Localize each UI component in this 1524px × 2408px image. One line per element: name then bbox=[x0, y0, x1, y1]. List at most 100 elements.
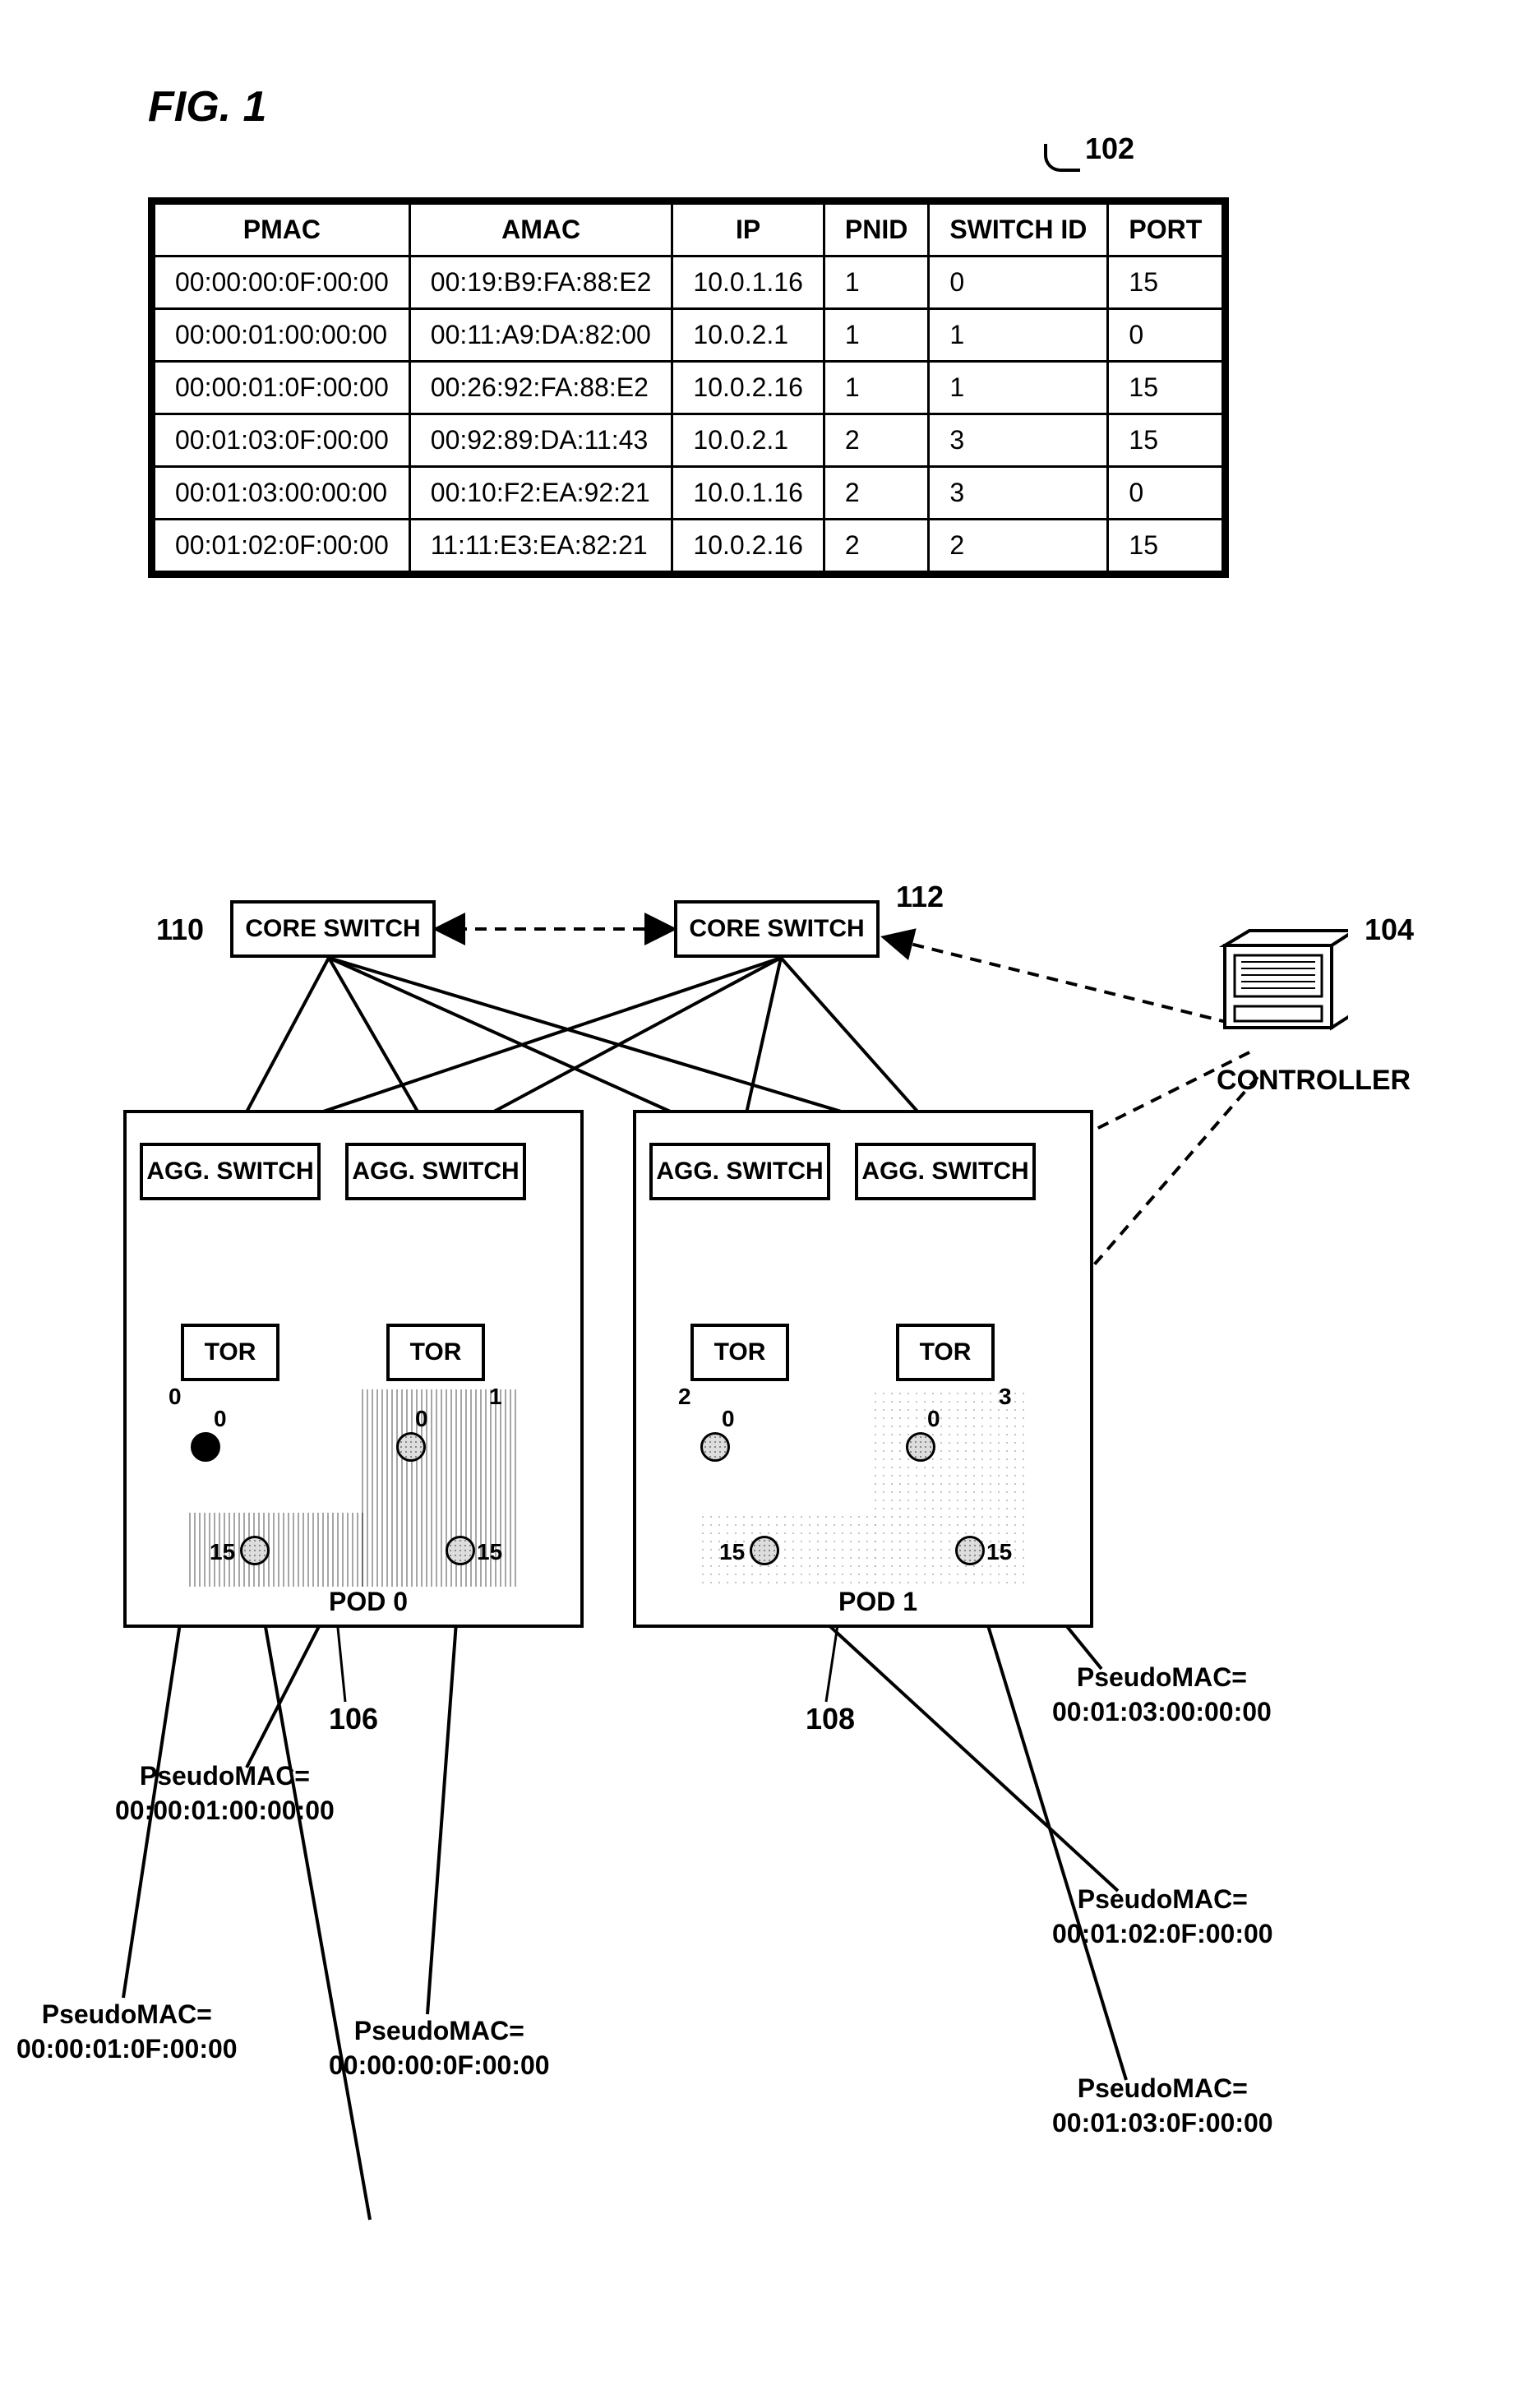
host-tor0-p0 bbox=[191, 1432, 220, 1462]
tor3-port0: 0 bbox=[927, 1406, 940, 1432]
tor0-port0: 0 bbox=[214, 1406, 227, 1432]
controller-icon bbox=[1217, 929, 1348, 1052]
table-cell: 10.0.2.1 bbox=[672, 309, 824, 362]
table-header: PNID bbox=[824, 204, 928, 257]
pod1-label: POD 1 bbox=[838, 1587, 917, 1617]
table-cell: 2 bbox=[824, 520, 928, 572]
table-header: IP bbox=[672, 204, 824, 257]
ref-108: 108 bbox=[806, 1702, 855, 1736]
ref-106: 106 bbox=[329, 1702, 378, 1736]
tor-id-3: 3 bbox=[999, 1384, 1012, 1410]
topology-diagram: CORE SWITCH CORE SWITCH 110 112 AGG. SWI… bbox=[82, 863, 1439, 2343]
table-cell: 2 bbox=[929, 520, 1108, 572]
callout-6-val: 00:01:03:0F:00:00 bbox=[1052, 2108, 1273, 2138]
table-cell: 00:01:03:00:00:00 bbox=[155, 467, 410, 520]
tor-3: TOR bbox=[896, 1324, 995, 1381]
agg-switch-3: AGG. SWITCH bbox=[855, 1143, 1036, 1200]
table-cell: 00:11:A9:DA:82:00 bbox=[409, 309, 672, 362]
table-cell: 2 bbox=[824, 467, 928, 520]
table-row: 00:01:03:0F:00:0000:92:89:DA:11:4310.0.2… bbox=[155, 414, 1223, 467]
table-row: 00:00:01:0F:00:0000:26:92:FA:88:E210.0.2… bbox=[155, 362, 1223, 414]
ref-112: 112 bbox=[896, 880, 944, 914]
table-row: 00:01:02:0F:00:0011:11:E3:EA:82:2110.0.2… bbox=[155, 520, 1223, 572]
table-cell: 00:01:03:0F:00:00 bbox=[155, 414, 410, 467]
table-row: 00:01:03:00:00:0000:10:F2:EA:92:2110.0.1… bbox=[155, 467, 1223, 520]
table-cell: 11:11:E3:EA:82:21 bbox=[409, 520, 672, 572]
tor1-port0: 0 bbox=[415, 1406, 428, 1432]
callout-6: PseudoMAC= 00:01:03:0F:00:00 bbox=[1052, 2072, 1273, 2140]
table-cell: 10.0.1.16 bbox=[672, 467, 824, 520]
table-cell: 0 bbox=[929, 257, 1108, 309]
agg-switch-2: AGG. SWITCH bbox=[649, 1143, 830, 1200]
tor-id-1: 1 bbox=[489, 1384, 502, 1410]
controller: CONTROLLER bbox=[1217, 929, 1411, 1097]
table-header: AMAC bbox=[409, 204, 672, 257]
host-tor0-p15 bbox=[240, 1536, 270, 1565]
table-cell: 0 bbox=[1108, 467, 1223, 520]
callout-1-val: 00:00:01:00:00:00 bbox=[115, 1796, 335, 1825]
table-cell: 1 bbox=[824, 309, 928, 362]
ref-104: 104 bbox=[1365, 913, 1414, 947]
table-cell: 00:00:01:0F:00:00 bbox=[155, 362, 410, 414]
table-cell: 00:01:02:0F:00:00 bbox=[155, 520, 410, 572]
table-header: SWITCH ID bbox=[929, 204, 1108, 257]
callout-5: PseudoMAC= 00:01:02:0F:00:00 bbox=[1052, 1883, 1273, 1951]
table-cell: 10.0.2.1 bbox=[672, 414, 824, 467]
tor1-port15: 15 bbox=[477, 1539, 502, 1565]
table-cell: 0 bbox=[1108, 309, 1223, 362]
host-tor3-p15 bbox=[955, 1536, 985, 1565]
table-cell: 00:00:01:00:00:00 bbox=[155, 309, 410, 362]
table-cell: 2 bbox=[824, 414, 928, 467]
table-cell: 00:26:92:FA:88:E2 bbox=[409, 362, 672, 414]
host-tor2-p15 bbox=[750, 1536, 779, 1565]
table-cell: 00:10:F2:EA:92:21 bbox=[409, 467, 672, 520]
callout-4-label: PseudoMAC= bbox=[1077, 1662, 1247, 1692]
core-switch-1: CORE SWITCH bbox=[674, 900, 880, 958]
callout-6-label: PseudoMAC= bbox=[1078, 2073, 1248, 2103]
callout-3: PseudoMAC= 00:00:00:0F:00:00 bbox=[329, 2014, 550, 2082]
tor2-port15: 15 bbox=[719, 1539, 745, 1565]
callout-3-label: PseudoMAC= bbox=[354, 2016, 524, 2045]
table-cell: 10.0.2.16 bbox=[672, 362, 824, 414]
tor3-port15: 15 bbox=[986, 1539, 1012, 1565]
table-cell: 00:00:00:0F:00:00 bbox=[155, 257, 410, 309]
table-cell: 1 bbox=[929, 362, 1108, 414]
table-cell: 1 bbox=[824, 257, 928, 309]
tor0-port15: 15 bbox=[210, 1539, 235, 1565]
table-row: 00:00:00:0F:00:0000:19:B9:FA:88:E210.0.1… bbox=[155, 257, 1223, 309]
table-cell: 00:92:89:DA:11:43 bbox=[409, 414, 672, 467]
tor-id-0: 0 bbox=[169, 1384, 182, 1410]
table-cell: 1 bbox=[824, 362, 928, 414]
table-cell: 15 bbox=[1108, 520, 1223, 572]
table-cell: 15 bbox=[1108, 257, 1223, 309]
callout-3-val: 00:00:00:0F:00:00 bbox=[329, 2050, 550, 2080]
agg-switch-0: AGG. SWITCH bbox=[140, 1143, 321, 1200]
agg-switch-1: AGG. SWITCH bbox=[345, 1143, 526, 1200]
table-cell: 1 bbox=[929, 309, 1108, 362]
callout-1-label: PseudoMAC= bbox=[140, 1761, 310, 1791]
tor-id-2: 2 bbox=[678, 1384, 691, 1410]
pod0-label: POD 0 bbox=[329, 1587, 408, 1617]
tor-2: TOR bbox=[690, 1324, 789, 1381]
callout-5-val: 00:01:02:0F:00:00 bbox=[1052, 1919, 1273, 1948]
host-tor3-p0 bbox=[906, 1432, 935, 1462]
callout-5-label: PseudoMAC= bbox=[1078, 1884, 1248, 1914]
table-cell: 10.0.2.16 bbox=[672, 520, 824, 572]
host-tor1-p0 bbox=[396, 1432, 426, 1462]
callout-2: PseudoMAC= 00:00:01:0F:00:00 bbox=[16, 1998, 238, 2066]
ref-110: 110 bbox=[156, 913, 204, 947]
tor-0: TOR bbox=[181, 1324, 279, 1381]
callout-2-val: 00:00:01:0F:00:00 bbox=[16, 2034, 238, 2064]
callout-4: PseudoMAC= 00:01:03:00:00:00 bbox=[1052, 1661, 1272, 1729]
figure-label: FIG. 1 bbox=[148, 82, 266, 132]
tor2-port0: 0 bbox=[722, 1406, 735, 1432]
table-cell: 3 bbox=[929, 414, 1108, 467]
table-header: PORT bbox=[1108, 204, 1223, 257]
callout-2-label: PseudoMAC= bbox=[42, 1999, 212, 2029]
host-tor2-p0 bbox=[700, 1432, 730, 1462]
table-cell: 00:19:B9:FA:88:E2 bbox=[409, 257, 672, 309]
table-row: 00:00:01:00:00:0000:11:A9:DA:82:0010.0.2… bbox=[155, 309, 1223, 362]
callout-1: PseudoMAC= 00:00:01:00:00:00 bbox=[115, 1759, 335, 1828]
table-cell: 3 bbox=[929, 467, 1108, 520]
mapping-table: PMACAMACIPPNIDSWITCH IDPORT 00:00:00:0F:… bbox=[148, 197, 1229, 578]
